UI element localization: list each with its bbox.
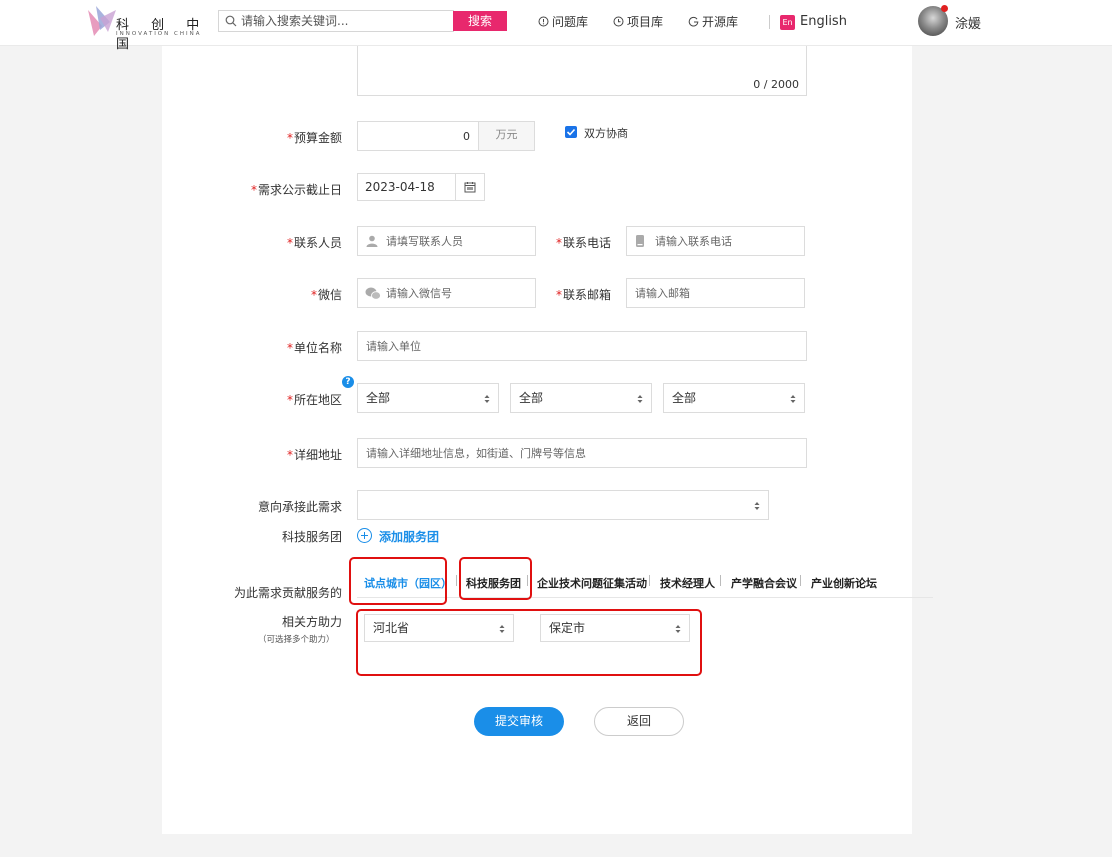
top-header: 科 创 中 国 INNOVATION CHINA 搜索 问题库 项目库 开源库 … [0, 0, 1112, 52]
deadline-field[interactable] [357, 173, 456, 201]
nav-problem-library[interactable]: 问题库 [538, 14, 598, 30]
nav-label: 开源库 [702, 15, 739, 29]
tab-separator [800, 575, 801, 586]
person-icon [366, 235, 378, 247]
deadline-label: *需求公示截止日 [250, 183, 342, 197]
select-value: 全部 [519, 391, 544, 405]
date-picker-button[interactable] [455, 173, 485, 201]
intent-select[interactable] [357, 490, 769, 520]
open-source-icon [688, 16, 699, 27]
logo-text-en: INNOVATION CHINA [116, 31, 202, 37]
check-icon [566, 128, 576, 136]
contact-person-field[interactable] [357, 226, 536, 256]
notification-dot [941, 5, 948, 12]
address-input[interactable] [366, 439, 796, 467]
select-arrows-icon [637, 395, 643, 403]
wechat-input[interactable] [386, 279, 526, 307]
budget-label: *预算金额 [286, 131, 342, 145]
select-value: 全部 [366, 391, 391, 405]
nav-label: 项目库 [627, 15, 664, 29]
address-field[interactable] [357, 438, 807, 468]
select-arrows-icon [754, 502, 760, 510]
email-field[interactable] [626, 278, 805, 308]
logo-mark-icon [88, 6, 116, 36]
add-service-team-label: 添加服务团 [379, 530, 440, 544]
org-name-input[interactable] [366, 332, 796, 360]
tab-separator [720, 575, 721, 586]
calendar-icon [464, 182, 476, 193]
back-button[interactable]: 返回 [594, 707, 684, 736]
wechat-label: *微信 [310, 288, 342, 302]
search-input[interactable] [241, 12, 441, 30]
select-value: 全部 [672, 391, 697, 405]
search-icon [225, 15, 237, 27]
select-arrows-icon [790, 395, 796, 403]
search-button[interactable]: 搜索 [453, 11, 507, 31]
clock-icon [613, 16, 624, 27]
tab-innovation-forum[interactable]: 产业创新论坛 [811, 575, 877, 591]
contact-person-label: *联系人员 [286, 236, 342, 250]
help-icon[interactable]: ? [342, 376, 354, 388]
org-name-field[interactable] [357, 331, 807, 361]
nav-open-source-library[interactable]: 开源库 [688, 14, 748, 30]
description-textarea[interactable]: 0 / 2000 [357, 46, 807, 96]
search-box [218, 10, 454, 32]
region-district-select[interactable]: 全部 [663, 383, 805, 413]
highlight-box-pilot-city [349, 557, 447, 605]
phone-icon [636, 235, 644, 247]
email-label: *联系邮箱 [555, 288, 611, 302]
service-team-label: 科技服务团 [281, 530, 342, 544]
budget-field[interactable] [357, 121, 479, 151]
contact-phone-input[interactable] [655, 227, 795, 255]
language-icon: En [780, 15, 795, 30]
contact-phone-label: *联系电话 [555, 236, 611, 250]
wechat-icon [365, 287, 381, 300]
region-city-select[interactable]: 全部 [510, 383, 652, 413]
language-label: English [800, 14, 847, 29]
site-logo[interactable]: 科 创 中 国 INNOVATION CHINA [86, 4, 216, 52]
plus-circle-icon [357, 528, 372, 543]
intent-label: 意向承接此需求 [257, 500, 342, 514]
tab-enterprise-problem-activity[interactable]: 企业技术问题征集活动 [537, 575, 647, 591]
email-input[interactable] [635, 279, 795, 307]
nav-project-library[interactable]: 项目库 [613, 14, 673, 30]
tab-industry-academia-meeting[interactable]: 产学融合会议 [731, 575, 797, 591]
tab-tech-manager[interactable]: 技术经理人 [660, 575, 715, 591]
region-province-select[interactable]: 全部 [357, 383, 499, 413]
region-label: *所在地区 [286, 393, 342, 407]
negotiable-checkbox[interactable] [565, 126, 577, 138]
budget-unit: 万元 [479, 121, 535, 151]
budget-input[interactable] [366, 122, 470, 150]
deadline-input[interactable] [365, 174, 453, 200]
nav-label: 问题库 [552, 15, 589, 29]
contact-phone-field[interactable] [626, 226, 805, 256]
contact-person-input[interactable] [386, 227, 526, 255]
org-name-label: *单位名称 [286, 341, 342, 355]
username[interactable]: 涂媛 [955, 13, 981, 32]
char-count: 0 / 2000 [753, 78, 799, 91]
wechat-field[interactable] [357, 278, 536, 308]
divider [769, 15, 770, 29]
assist-note: （可选择多个助力） [258, 635, 335, 645]
submit-review-button[interactable]: 提交审核 [474, 707, 564, 736]
tab-separator [649, 575, 650, 586]
address-label: *详细地址 [286, 448, 342, 462]
highlight-box-service-team [459, 557, 532, 600]
assist-label: 相关方助力 [281, 615, 342, 629]
problem-library-icon [538, 16, 549, 27]
negotiable-label: 双方协商 [584, 127, 628, 140]
select-arrows-icon [484, 395, 490, 403]
tab-separator [456, 575, 457, 586]
highlight-box-assist [356, 609, 702, 676]
contribute-label: 为此需求贡献服务的 [233, 586, 342, 600]
